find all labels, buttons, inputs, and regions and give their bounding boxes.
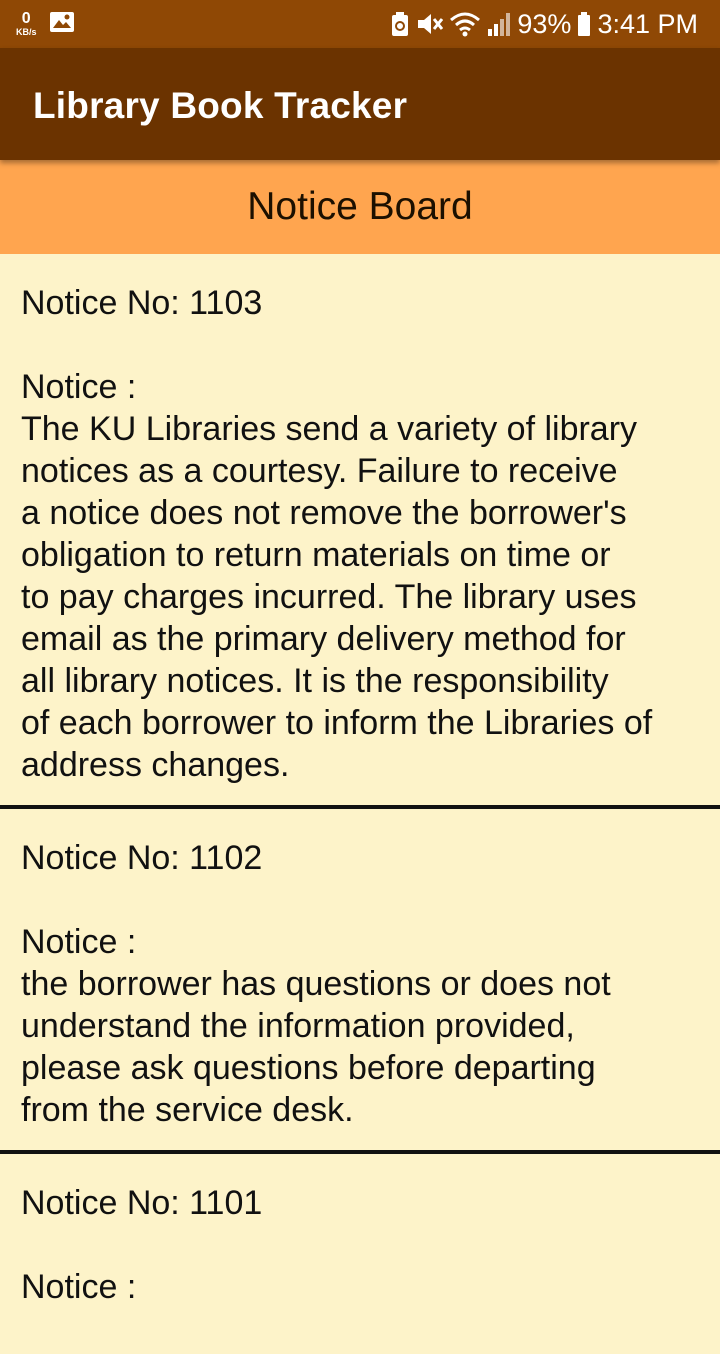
image-notification-icon (49, 11, 75, 38)
notice-label: Notice : (21, 368, 137, 406)
notice-number: Notice No: 1101 (21, 1184, 263, 1222)
notice-board-header: Notice Board (0, 160, 720, 254)
notice-text: the borrower has questions or does not u… (21, 965, 611, 1129)
signal-icon (487, 11, 511, 37)
notice-number: Notice No: 1103 (21, 284, 263, 322)
status-left: 0 KB/s (16, 11, 75, 38)
network-speed-indicator: 0 KB/s (16, 11, 37, 37)
notice-number: Notice No: 1102 (21, 839, 263, 877)
wifi-icon (449, 11, 481, 37)
battery-saver-icon (391, 11, 409, 37)
notice-label: Notice : (21, 1268, 137, 1306)
notice-label: Notice : (21, 923, 137, 961)
notice-list[interactable]: Notice No: 1103 Notice : The KU Librarie… (0, 254, 720, 1354)
app-bar: Library Book Tracker (0, 48, 720, 160)
network-speed-unit: KB/s (16, 27, 37, 37)
status-right: 93% 3:41 PM (391, 9, 698, 40)
clock: 3:41 PM (597, 8, 698, 39)
notice-card[interactable]: Notice No: 1103 Notice : The KU Librarie… (0, 254, 720, 809)
network-speed-value: 0 (21, 10, 31, 27)
app-title: Library Book Tracker (33, 85, 408, 126)
notice-card[interactable]: Notice No: 1101 Notice : (0, 1154, 720, 1354)
battery-percent: 93% (517, 8, 572, 39)
battery-icon (577, 11, 591, 37)
status-bar: 0 KB/s 93% 3:41 PM (0, 0, 720, 48)
notice-card[interactable]: Notice No: 1102 Notice : the borrower ha… (0, 809, 720, 1154)
notice-text: The KU Libraries send a variety of libra… (21, 410, 653, 784)
mute-icon (415, 11, 444, 37)
notice-board-title: Notice Board (247, 185, 473, 228)
